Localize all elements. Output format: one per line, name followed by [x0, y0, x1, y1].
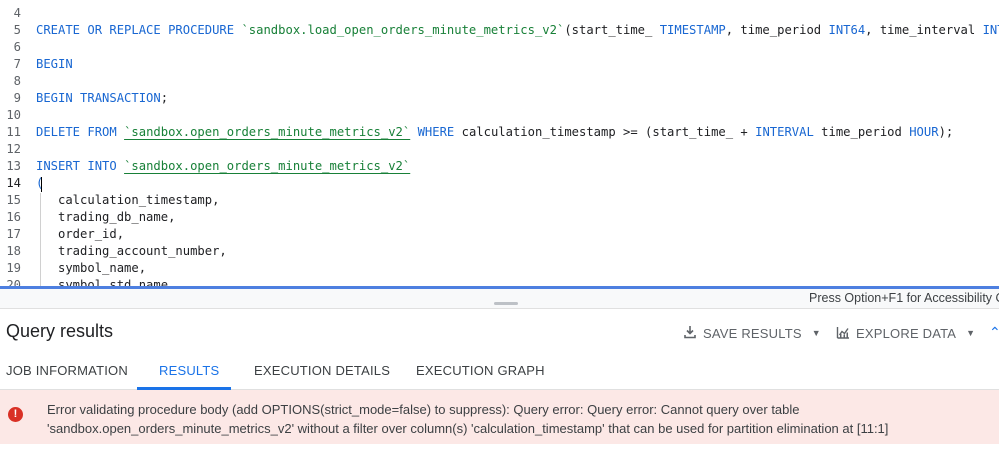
code-text: BEGIN TRANSACTION; [36, 90, 168, 107]
error-icon: ! [8, 407, 23, 422]
line-number: 5 [13, 23, 21, 37]
save-results-label: SAVE RESULTS [703, 325, 802, 341]
sql-keyword: INT64 [828, 23, 866, 37]
line-number: 14 [6, 176, 21, 190]
table-reference[interactable]: `sandbox.open_orders_minute_metrics_v2` [124, 125, 410, 139]
code-token: trading_account_number, [36, 244, 227, 258]
code-line[interactable]: 13 INSERT INTO `sandbox.open_orders_minut… [0, 158, 999, 175]
line-number: 10 [6, 108, 21, 122]
line-number: 19 [6, 261, 21, 275]
line-number: 8 [13, 74, 21, 88]
code-line[interactable]: 5 CREATE OR REPLACE PROCEDURE `sandbox.lo… [0, 22, 999, 39]
line-number: 16 [6, 210, 21, 224]
code-line[interactable]: 12 [0, 141, 999, 158]
line-number: 13 [6, 159, 21, 173]
explore-data-label: EXPLORE DATA [856, 325, 957, 341]
chevron-up-down-icon[interactable]: ⌃ [989, 324, 999, 341]
dropdown-caret-icon: ▼ [966, 328, 976, 338]
code-text: symbol_name, [36, 260, 146, 277]
line-number: 11 [6, 125, 21, 139]
line-number: 9 [13, 91, 21, 105]
code-text: INSERT INTO `sandbox.open_orders_minute_… [36, 158, 410, 175]
line-number: 18 [6, 244, 21, 258]
sql-keyword: INT64 [982, 23, 999, 37]
table-reference[interactable]: `sandbox.open_orders_minute_metrics_v2` [124, 159, 410, 173]
code-text: DELETE FROM `sandbox.open_orders_minute_… [36, 124, 953, 141]
line-number: 6 [13, 40, 21, 54]
code-text: order_id, [36, 226, 124, 243]
sql-keyword: TIMESTAMP [659, 23, 726, 37]
chart-icon [836, 325, 850, 342]
sql-keyword: WHERE [417, 125, 455, 139]
sql-keyword: INTERVAL [755, 125, 814, 139]
code-text: calculation_timestamp, [36, 192, 219, 209]
accessibility-hint: Press Option+F1 for Accessibility Opti [809, 291, 999, 305]
line-number: 17 [6, 227, 21, 241]
tab-results[interactable]: RESULTS [159, 363, 219, 378]
code-text: trading_account_number, [36, 243, 227, 260]
code-text: CREATE OR REPLACE PROCEDURE `sandbox.loa… [36, 22, 999, 39]
code-line[interactable]: 15 calculation_timestamp, [0, 192, 999, 209]
sql-keyword: BEGIN TRANSACTION [36, 91, 161, 105]
code-token: ; [160, 91, 169, 105]
code-text: ( [36, 175, 43, 192]
code-token: time_period [813, 125, 910, 139]
sql-keyword: HOUR [909, 125, 939, 139]
dropdown-caret-icon: ▼ [811, 328, 821, 338]
code-token: , time_period [725, 23, 829, 37]
code-token: (start_time_ [564, 23, 660, 37]
code-token: trading_db_name, [36, 210, 176, 224]
code-token: ); [938, 125, 954, 139]
text-cursor [41, 177, 42, 192]
save-results-button[interactable]: SAVE RESULTS ▼ [683, 323, 821, 343]
line-number: 7 [13, 57, 21, 71]
code-line[interactable]: 4 [0, 5, 999, 22]
code-token: calculation_timestamp, [36, 193, 220, 207]
tab-job-information[interactable]: JOB INFORMATION [6, 363, 128, 378]
sql-keyword: CREATE OR REPLACE PROCEDURE [36, 23, 242, 37]
results-title: Query results [6, 321, 114, 341]
code-line[interactable]: 11 DELETE FROM `sandbox.open_orders_minut… [0, 124, 999, 141]
code-line[interactable]: 9 BEGIN TRANSACTION; [0, 90, 999, 107]
tab-execution-graph[interactable]: EXECUTION GRAPH [416, 363, 545, 378]
code-line[interactable]: 10 [0, 107, 999, 124]
code-token: symbol_name, [36, 261, 147, 275]
code-line[interactable]: 19 symbol_name, [0, 260, 999, 277]
code-text: BEGIN [36, 56, 73, 73]
line-number: 15 [6, 193, 21, 207]
sql-keyword: INSERT INTO [36, 159, 125, 173]
code-token: , time_interval [865, 23, 983, 37]
explore-data-button[interactable]: EXPLORE DATA ▼ [836, 323, 975, 343]
code-text: trading_db_name, [36, 209, 175, 226]
results-tabs: JOB INFORMATION RESULTS EXECUTION DETAIL… [0, 354, 999, 390]
indent-guide [40, 193, 41, 287]
sql-editor[interactable]: 4 5 CREATE OR REPLACE PROCEDURE `sandbox.l… [0, 0, 999, 287]
sql-keyword: BEGIN [36, 57, 73, 71]
sql-keyword: ( [36, 176, 44, 190]
line-number: 12 [6, 142, 21, 156]
code-line[interactable]: 17 order_id, [0, 226, 999, 243]
code-line[interactable]: 14 ( [0, 175, 999, 192]
table-reference[interactable]: `sandbox.load_open_orders_minute_metrics… [241, 23, 564, 37]
drag-handle[interactable] [494, 302, 518, 305]
tab-execution-details[interactable]: EXECUTION DETAILS [254, 363, 390, 378]
line-number: 4 [13, 6, 21, 20]
download-icon [683, 325, 697, 342]
error-message: Error validating procedure body (add OPT… [47, 402, 889, 436]
code-line[interactable]: 6 [0, 39, 999, 56]
code-token: order_id, [36, 227, 125, 241]
code-line[interactable]: 16 trading_db_name, [0, 209, 999, 226]
code-line[interactable]: 8 [0, 73, 999, 90]
code-token: calculation_timestamp >= (start_time_ + [454, 125, 756, 139]
code-line[interactable]: 18 trading_account_number, [0, 243, 999, 260]
sql-keyword: DELETE FROM [36, 125, 125, 139]
code-line[interactable]: 7 BEGIN [0, 56, 999, 73]
